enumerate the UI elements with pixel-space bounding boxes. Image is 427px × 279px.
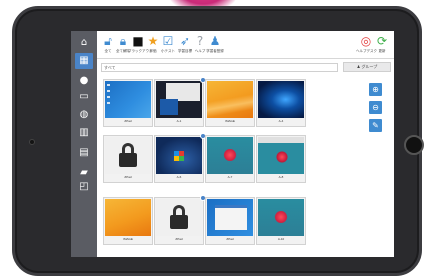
screen-caption: ZPad bbox=[124, 119, 132, 123]
screen-thumbnail bbox=[207, 137, 253, 174]
group-button[interactable]: ♟ グループ bbox=[343, 62, 391, 72]
grid-icon[interactable]: ▦ bbox=[75, 53, 93, 69]
screen-card[interactable]: A-4 bbox=[256, 79, 306, 127]
window-icon[interactable]: ▭ bbox=[77, 91, 91, 103]
screen-thumbnail bbox=[156, 137, 202, 174]
screen-caption: IMAGE bbox=[123, 237, 133, 241]
zoom-out-button[interactable]: ⊖ bbox=[369, 101, 382, 114]
app-screen: ⌂ ▦ ● ▭ ◍ ▥ ▤ ▰ ◰ 🔓︎ 全て 🔒︎ 全て解除 ■ ブラックアウ… bbox=[71, 31, 394, 257]
search-input[interactable]: すべて bbox=[101, 63, 338, 72]
screen-card[interactable]: ZPad bbox=[103, 135, 153, 183]
tablet-home-button[interactable] bbox=[404, 135, 424, 155]
helpdesk-button[interactable]: ◎ ヘルプデスク bbox=[356, 34, 377, 56]
screen-caption: ZPad bbox=[124, 175, 132, 179]
globe-icon[interactable]: ◍ bbox=[77, 109, 91, 121]
zoom-in-button[interactable]: ⊕ bbox=[369, 83, 382, 96]
screen-thumbnail bbox=[105, 137, 151, 174]
zoom-out-icon: ⊖ bbox=[372, 103, 379, 112]
screen-caption: A-6 bbox=[176, 175, 182, 179]
toolbar: 🔓︎ 全て 🔒︎ 全て解除 ■ ブラックアウト ★ 評価 ☑ 小テスト ➶ 学習… bbox=[97, 31, 394, 59]
screen-card[interactable]: IMAGE bbox=[205, 79, 255, 127]
lock-icon: 🔒︎ bbox=[119, 34, 127, 48]
quiz-button[interactable]: ☑ 小テスト bbox=[161, 34, 175, 56]
refresh-icon: ⟳ bbox=[376, 34, 388, 48]
lifebuoy-icon: ◎ bbox=[360, 34, 372, 48]
sidebar: ⌂ ▦ ● ▭ ◍ ▥ ▤ ▰ ◰ bbox=[71, 31, 97, 257]
screen-card[interactable]: A-6 bbox=[154, 133, 206, 183]
document-icon[interactable]: ▤ bbox=[77, 147, 91, 159]
alert-icon[interactable]: ● bbox=[77, 75, 91, 87]
screen-caption: ZPad bbox=[175, 237, 183, 241]
screen-caption: A-4 bbox=[278, 119, 284, 123]
zoom-in-icon: ⊕ bbox=[372, 85, 379, 94]
register-learner-button[interactable]: ♟ 学習者登録 bbox=[206, 34, 224, 56]
layers-icon[interactable]: ◰ bbox=[77, 181, 91, 193]
screen-caption: A-10 bbox=[277, 237, 285, 241]
page: ⌂ ▦ ● ▭ ◍ ▥ ▤ ▰ ◰ 🔓︎ 全て 🔒︎ 全て解除 ■ ブラックアウ… bbox=[0, 0, 427, 279]
screen-card[interactable]: ZPad bbox=[154, 195, 206, 245]
edit-button[interactable]: ✎ bbox=[369, 119, 382, 132]
screen-thumbnail bbox=[258, 81, 304, 118]
screen-caption: A-7 bbox=[227, 175, 233, 179]
star-icon: ★ bbox=[147, 34, 159, 48]
home-icon[interactable]: ⌂ bbox=[77, 37, 91, 49]
bar-chart-icon[interactable]: ▥ bbox=[77, 127, 91, 139]
screen-card[interactable]: A-8 bbox=[256, 135, 306, 183]
screen-card[interactable]: A-7 bbox=[205, 135, 255, 183]
refresh-label: 更新 bbox=[378, 49, 386, 53]
screen-thumbnail bbox=[207, 81, 253, 118]
screen-card[interactable]: IMAGE bbox=[103, 197, 153, 245]
checklist-icon: ☑ bbox=[162, 34, 174, 48]
screen-caption: ZPad bbox=[226, 237, 234, 241]
person-icon: ♟ bbox=[209, 34, 221, 48]
screen-thumbnail bbox=[207, 199, 253, 236]
screen-thumbnail bbox=[258, 137, 304, 174]
refresh-button[interactable]: ⟳ 更新 bbox=[375, 34, 389, 56]
lock-open-icon: 🔓︎ bbox=[104, 34, 112, 48]
tablet-frame: ⌂ ▦ ● ▭ ◍ ▥ ▤ ▰ ◰ 🔓︎ 全て 🔒︎ 全て解除 ■ ブラックアウ… bbox=[12, 6, 424, 276]
monitor-icon: ■ bbox=[132, 34, 144, 48]
screen-thumbnail bbox=[105, 81, 151, 118]
screen-card[interactable]: ZPad bbox=[205, 197, 255, 245]
group-button-label: グループ bbox=[361, 64, 378, 69]
pen-icon: ✎ bbox=[372, 121, 379, 130]
tablet-camera bbox=[29, 139, 35, 145]
screen-thumbnail bbox=[105, 199, 151, 236]
screen-thumbnail bbox=[156, 199, 202, 236]
screen-caption: A-1 bbox=[176, 119, 182, 123]
register-learner-label: 学習者登録 bbox=[206, 49, 224, 53]
screen-caption: A-8 bbox=[278, 175, 284, 179]
screen-card[interactable]: A-1 bbox=[154, 77, 206, 127]
screen-caption: IMAGE bbox=[225, 119, 235, 123]
screen-card[interactable]: A-10 bbox=[256, 197, 306, 245]
screen-thumbnail bbox=[258, 199, 304, 236]
folder-icon[interactable]: ▰ bbox=[77, 167, 91, 179]
rocket-icon: ➶ bbox=[179, 34, 191, 48]
screen-card[interactable]: ZPad bbox=[103, 79, 153, 127]
help-icon: ? bbox=[196, 34, 204, 48]
screen-thumbnail bbox=[156, 81, 202, 118]
